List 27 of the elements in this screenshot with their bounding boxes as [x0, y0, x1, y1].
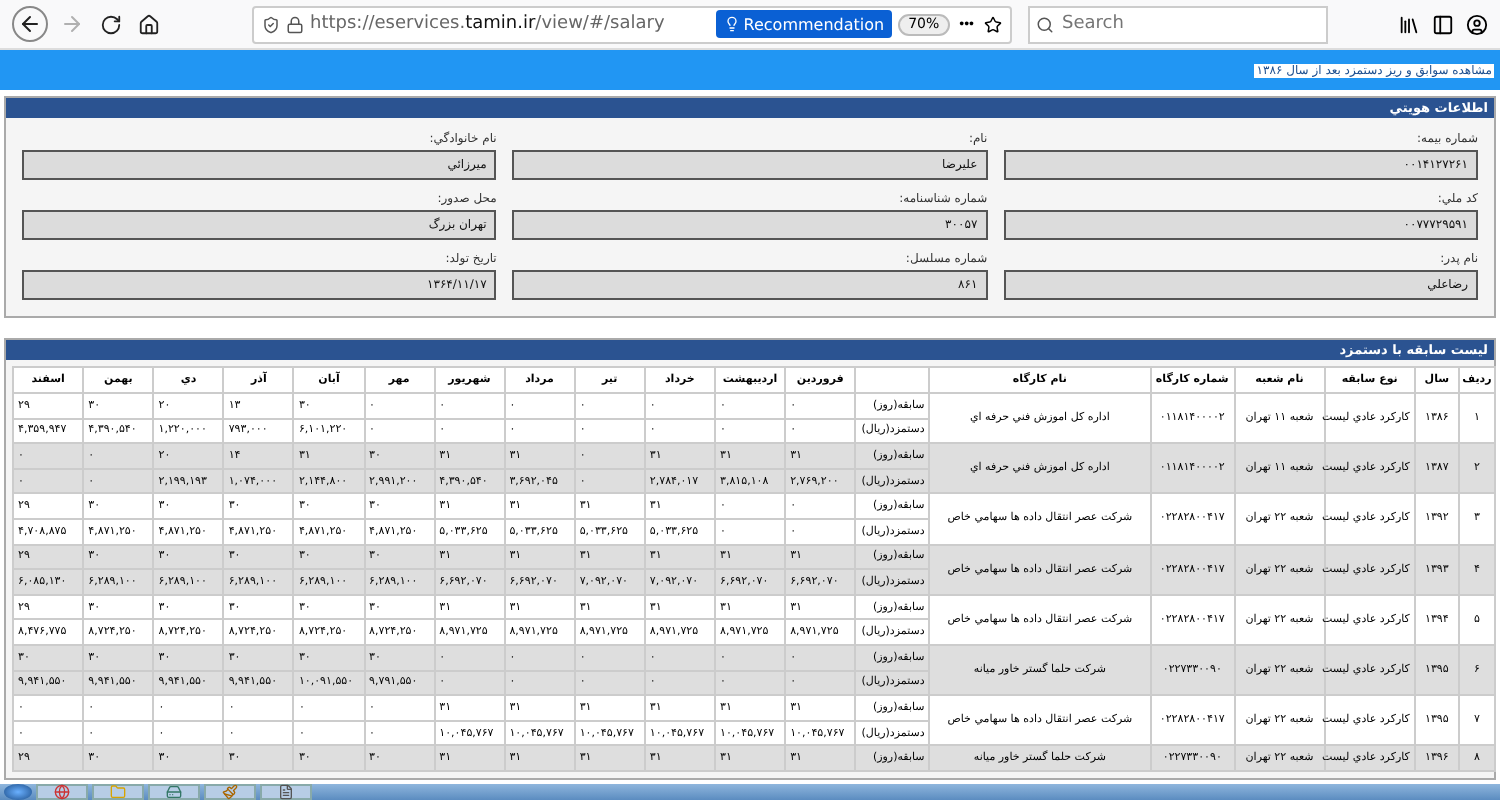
- lightbulb-icon: [723, 16, 740, 32]
- taskbar-button[interactable]: [260, 784, 312, 800]
- recommendation-button[interactable]: Recommendation: [715, 10, 893, 38]
- globe-icon: [54, 784, 70, 800]
- sidebar-icon[interactable]: [1432, 13, 1454, 35]
- taskbar-button[interactable]: [204, 784, 256, 800]
- bookmark-star-icon[interactable]: [984, 15, 1002, 33]
- home-icon: [138, 13, 160, 35]
- taskbar-button[interactable]: [148, 784, 200, 800]
- search-icon: [1036, 15, 1054, 33]
- library-icon[interactable]: [1398, 13, 1420, 35]
- drive-icon: [166, 784, 182, 800]
- shield-icon: [262, 15, 280, 33]
- back-button[interactable]: [12, 6, 48, 42]
- reload-icon: [100, 13, 122, 35]
- forward-icon: [60, 12, 84, 36]
- taskbar-button[interactable]: [36, 784, 88, 800]
- back-icon: [18, 12, 42, 36]
- lock-icon: [286, 15, 304, 33]
- home-button[interactable]: [134, 9, 164, 39]
- start-button[interactable]: [4, 784, 32, 800]
- folder-icon: [110, 784, 126, 800]
- brush-icon: [222, 784, 238, 800]
- url-text: https://eservices.tamin.ir/view/#/salary: [310, 14, 667, 34]
- search-field[interactable]: Search: [1028, 5, 1328, 43]
- document-icon: [278, 784, 294, 800]
- account-icon[interactable]: [1466, 13, 1488, 35]
